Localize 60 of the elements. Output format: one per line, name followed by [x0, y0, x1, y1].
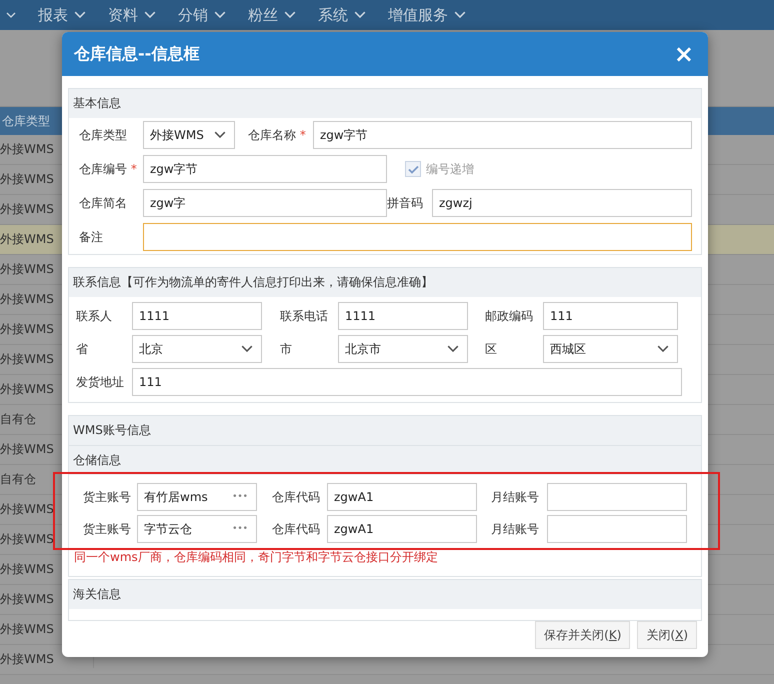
dialog-title: 仓库信息--信息框 [74, 44, 200, 64]
owner-account-field[interactable]: 有竹居wms ••• [137, 483, 257, 511]
text-field[interactable]: zgwzj [432, 189, 692, 217]
checkmark-icon [408, 164, 418, 174]
text-field[interactable]: 1111 [338, 302, 468, 330]
remark-field[interactable] [143, 223, 692, 251]
text-field[interactable]: zgwA1 [327, 515, 477, 543]
section-title: 联系信息【可作为物流单的寄件人信息打印出来，请确保信息准确】 [69, 268, 701, 297]
chevron-icon [74, 11, 86, 19]
section-title: 基本信息 [69, 89, 701, 118]
section-subtitle: 仓储信息 [69, 446, 701, 475]
field-label: 仓库代码 [271, 488, 321, 506]
region-select[interactable]: 北京 [132, 335, 262, 363]
nav-menu-item[interactable]: 系统 [318, 6, 348, 24]
field-label: 月结账号 [490, 488, 540, 506]
chevron-icon [214, 11, 226, 19]
field-label: 仓库名称 * [248, 126, 307, 144]
region-select[interactable]: 西城区 [543, 335, 678, 363]
chevron-icon [657, 345, 669, 353]
dialog-button[interactable]: 关闭(X) [637, 621, 697, 649]
chevron-icon [454, 11, 466, 19]
text-field[interactable]: zgwA1 [327, 483, 477, 511]
chevron-icon [144, 11, 156, 19]
address-field[interactable]: 111 [132, 368, 682, 396]
field-label: 拼音码 [387, 194, 424, 212]
nav-menu-item[interactable]: 资料 [108, 6, 138, 24]
nav-menu-item[interactable]: 粉丝 [248, 6, 278, 24]
field-label: 市 [280, 340, 293, 358]
chevron-icon [241, 345, 253, 353]
text-field[interactable]: 111 [543, 302, 678, 330]
text-field[interactable] [547, 515, 687, 543]
text-field[interactable]: zgw字节 [313, 121, 692, 149]
section-title: WMS账号信息 [69, 416, 701, 446]
chevron-icon [6, 12, 16, 18]
text-field[interactable] [547, 483, 687, 511]
owner-account-field[interactable]: 字节云仓 ••• [137, 515, 257, 543]
column-header: 仓库类型 [1, 112, 51, 130]
field-label: 邮政编码 [485, 308, 534, 324]
section-title: 海关信息 [69, 580, 701, 609]
region-select[interactable]: 北京市 [338, 335, 468, 363]
more-icon[interactable]: ••• [232, 524, 248, 534]
type-select[interactable]: 外接WMS [143, 121, 235, 149]
field-label: 月结账号 [490, 520, 540, 538]
more-icon[interactable]: ••• [232, 492, 248, 502]
text-field[interactable]: zgw字节 [143, 155, 387, 183]
chevron-icon [447, 345, 459, 353]
field-label: 联系电话 [280, 308, 329, 324]
close-button[interactable]: × [672, 42, 696, 66]
nav-menu-item[interactable]: 报表 [38, 6, 68, 24]
field-label: 仓库类型 [79, 126, 128, 144]
chevron-icon [354, 11, 366, 19]
text-field[interactable]: zgw字 [143, 189, 387, 217]
nav-menu-item[interactable]: 分销 [178, 6, 208, 24]
chevron-icon [214, 131, 226, 139]
field-label: 区 [485, 340, 498, 358]
chevron-icon [284, 11, 296, 19]
text-field[interactable]: 1111 [132, 302, 262, 330]
nav-menu-item[interactable]: 增值服务 [388, 6, 448, 24]
dialog-button[interactable]: 保存并关闭(K) [535, 621, 630, 649]
field-label: 仓库代码 [271, 520, 321, 538]
